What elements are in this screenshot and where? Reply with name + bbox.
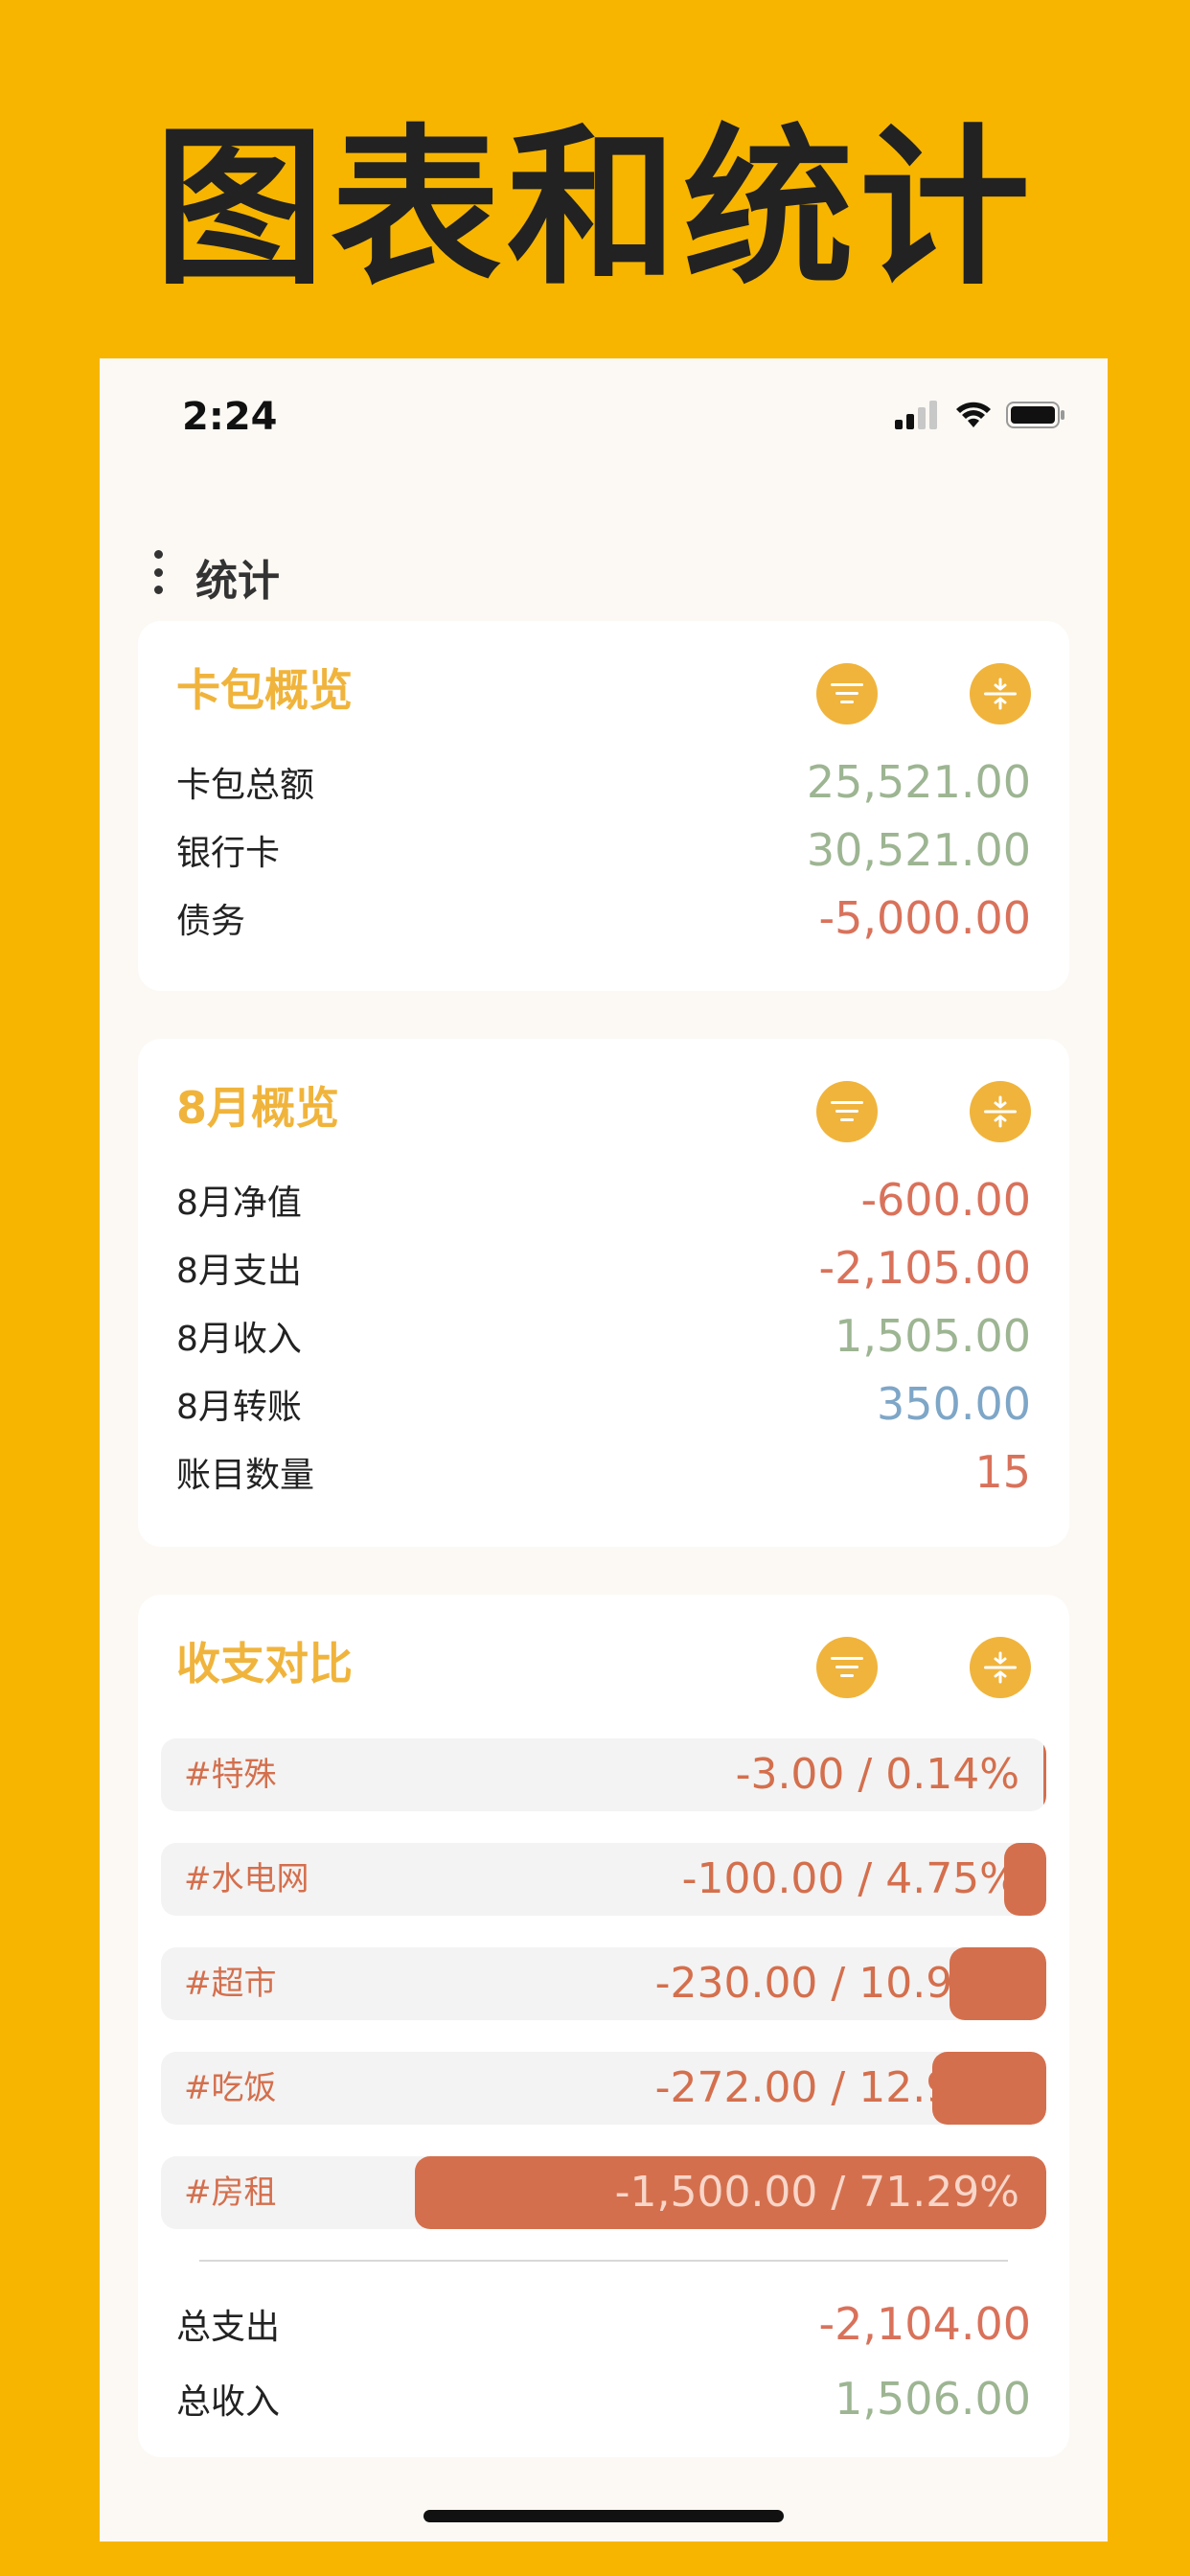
card-title: 卡包概览	[176, 664, 353, 716]
hero-title: 图表和统计	[154, 109, 1036, 308]
month-row-entry-count: 账目数量 15	[176, 1438, 1031, 1506]
card-title: 收支对比	[176, 1638, 353, 1690]
more-vertical-icon-dot	[153, 586, 163, 594]
collapse-button[interactable]	[970, 1637, 1031, 1698]
nav-bar: 统计	[100, 512, 1108, 617]
bar-tag: #吃饭	[184, 2069, 277, 2107]
row-value: 1,505.00	[835, 1310, 1031, 1362]
wallet-overview-card: 卡包概览 卡包总额 25,521.00 银行卡 30,521.00 债务 -5,…	[138, 621, 1069, 991]
row-value: 25,521.00	[806, 756, 1031, 808]
cellular-signal-icon	[895, 401, 937, 429]
filter-button[interactable]	[816, 1081, 878, 1142]
row-value: 1,506.00	[835, 2373, 1031, 2425]
row-value: 15	[974, 1446, 1031, 1498]
status-bar: 2:24	[100, 358, 1108, 483]
bar-value: -3.00 / 0.14%	[735, 1750, 1019, 1799]
collapse-button[interactable]	[970, 1081, 1031, 1142]
wallet-row-total: 卡包总额 25,521.00	[176, 748, 1031, 816]
row-label: 银行卡	[176, 834, 281, 873]
filter-button[interactable]	[816, 1637, 878, 1698]
home-indicator	[423, 2510, 784, 2522]
category-bar[interactable]: #超市 -230.00 / 10.93%	[161, 1947, 1046, 2020]
month-row-transfer: 8月转账 350.00	[176, 1370, 1031, 1438]
wifi-icon	[956, 402, 991, 427]
category-bar[interactable]: #特殊 -3.00 / 0.14%	[161, 1738, 1046, 1811]
more-vertical-icon-dot	[153, 550, 163, 559]
bar-tag: #房租	[184, 2174, 277, 2212]
month-row-income: 8月收入 1,505.00	[176, 1302, 1031, 1369]
filter-icon	[831, 1657, 863, 1677]
bar-value: -230.00 / 10.93%	[654, 1959, 1019, 2008]
divider	[199, 2260, 1008, 2262]
row-value: -2,105.00	[818, 1242, 1031, 1294]
row-value: -5,000.00	[818, 892, 1031, 944]
status-time: 2:24	[182, 395, 278, 439]
row-value: -600.00	[860, 1174, 1031, 1226]
filter-button[interactable]	[816, 663, 878, 724]
row-label: 8月支出	[176, 1252, 302, 1291]
collapse-icon	[984, 678, 1017, 710]
total-expense-row: 总支出 -2,104.00	[176, 2290, 1031, 2358]
page-title: 统计	[195, 557, 280, 606]
row-label: 债务	[176, 902, 246, 941]
row-label: 卡包总额	[176, 766, 315, 805]
wallet-row-debt: 债务 -5,000.00	[176, 885, 1031, 952]
row-value: -2,104.00	[818, 2298, 1031, 2350]
month-row-net: 8月净值 -600.00	[176, 1166, 1031, 1233]
collapse-button[interactable]	[970, 663, 1031, 724]
row-value: 350.00	[877, 1378, 1031, 1430]
row-label: 总支出	[176, 2308, 281, 2347]
row-label: 账目数量	[176, 1456, 315, 1495]
category-bar[interactable]: #房租 -1,500.00 / 71.29%	[161, 2156, 1046, 2229]
income-expense-card: 收支对比 #特殊 -3.00 / 0.14% #水电网 -100.00 / 4.…	[138, 1595, 1069, 2457]
row-value: 30,521.00	[806, 824, 1031, 876]
total-income-row: 总收入 1,506.00	[176, 2365, 1031, 2432]
month-overview-card: 8月概览 8月净值 -600.00 8月支出 -2,105.00 8月收入 1,…	[138, 1039, 1069, 1547]
wallet-row-bank-card: 银行卡 30,521.00	[176, 816, 1031, 884]
bar-value: -272.00 / 12.93%	[654, 2063, 1019, 2112]
bar-value: -1,500.00 / 71.29%	[614, 2168, 1019, 2217]
row-label: 总收入	[176, 2382, 281, 2422]
collapse-icon	[984, 1095, 1017, 1128]
phone-screen: 2:24 统计 卡包概览 卡包总额 25,521.00 银行卡 30,521.0…	[100, 358, 1108, 2542]
bar-tag: #水电网	[184, 1860, 309, 1898]
bar-tag: #超市	[184, 1965, 277, 2003]
more-vertical-icon-dot	[153, 567, 163, 577]
filter-icon	[831, 683, 863, 703]
row-label: 8月转账	[176, 1388, 302, 1427]
bar-tag: #特殊	[184, 1756, 277, 1794]
more-menu-button[interactable]	[144, 550, 172, 594]
filter-icon	[831, 1101, 863, 1121]
card-title: 8月概览	[176, 1082, 340, 1134]
battery-icon	[1006, 402, 1064, 428]
category-bar[interactable]: #水电网 -100.00 / 4.75%	[161, 1843, 1046, 1916]
bar-fill	[1043, 1738, 1046, 1811]
row-label: 8月收入	[176, 1320, 302, 1359]
collapse-icon	[984, 1651, 1017, 1684]
row-label: 8月净值	[176, 1184, 302, 1223]
bar-value: -100.00 / 4.75%	[681, 1854, 1019, 1903]
category-bar[interactable]: #吃饭 -272.00 / 12.93%	[161, 2052, 1046, 2125]
status-icons	[895, 401, 1065, 429]
month-row-expense: 8月支出 -2,105.00	[176, 1234, 1031, 1301]
